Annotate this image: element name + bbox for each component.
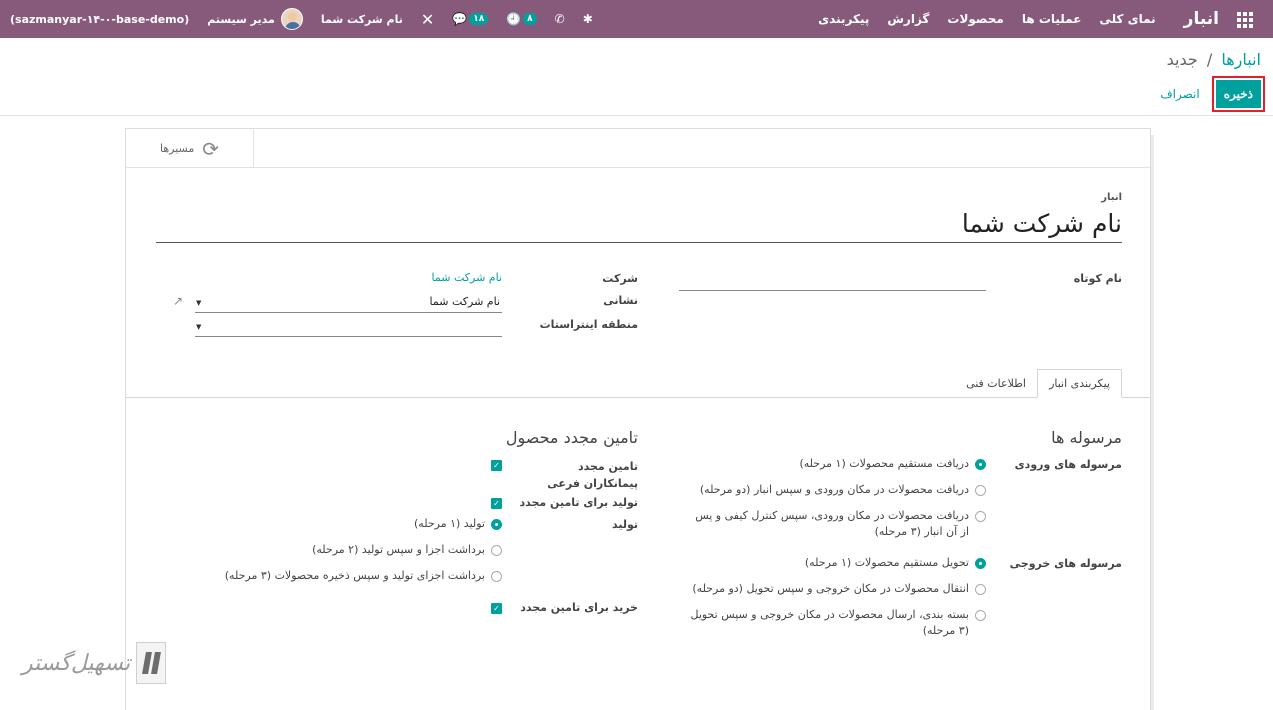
incoming-label: مرسوله های ورودی: [1014, 458, 1122, 471]
warehouse-name-label: انبار: [1101, 192, 1122, 203]
outgoing-option-2-label: انتقال محصولات در مکان خروجی و سپس تحویل…: [692, 582, 969, 595]
radio-outgoing-1[interactable]: [975, 558, 986, 569]
manufacture-option-1-label: تولید (۱ مرحله): [414, 517, 485, 530]
watermark-text: تسهیل‌گستر: [22, 650, 131, 676]
form-actions: ذخیره انصراف: [1160, 76, 1265, 112]
radio-outgoing-3[interactable]: [975, 610, 986, 621]
incoming-option-1-label: دریافت مستقیم محصولات (۱ مرحله): [799, 457, 969, 470]
breadcrumb-current: جدید: [1166, 50, 1198, 69]
user-menu[interactable]: مدیر سیستم: [207, 8, 303, 30]
main-menu: نمای کلی عملیات ها محصولات گزارش پیکربند…: [800, 12, 1156, 26]
navbar-systray: (sazmanyar-۱۴-۰-base-demo) مدیر سیستم نا…: [10, 0, 611, 38]
short-name-label: نام کوتاه: [1073, 272, 1122, 285]
subcontract-resupply-checkbox[interactable]: ✓: [491, 460, 502, 471]
intrastat-input[interactable]: [195, 317, 502, 337]
incoming-option-2[interactable]: دریافت محصولات در مکان ورودی و سپس انبار…: [656, 482, 986, 498]
breadcrumb-warehouses[interactable]: انبارها: [1221, 50, 1261, 69]
company-switcher[interactable]: نام شرکت شما: [321, 13, 403, 26]
messages-menu[interactable]: 💬 ۱۸: [452, 12, 489, 26]
outgoing-option-3[interactable]: بسته بندی، ارسال محصولات در مکان خروجی و…: [686, 607, 986, 639]
breadcrumb-separator: /: [1206, 50, 1213, 69]
outgoing-option-3-label: بسته بندی، ارسال محصولات در مکان خروجی و…: [690, 608, 969, 637]
watermark-logo: تسهیل‌گستر: [22, 642, 167, 684]
manufacture-option-3[interactable]: برداشت اجزای تولید و سپس ذخیره محصولات (…: [202, 568, 502, 584]
outgoing-option-1[interactable]: تحویل مستقیم محصولات (۱ مرحله): [656, 555, 986, 571]
watermark-mark-icon: [136, 642, 167, 684]
phone-icon[interactable]: ✆: [555, 12, 565, 26]
activity-menu[interactable]: 🕘 ۸: [506, 12, 537, 26]
user-name: مدیر سیستم: [207, 12, 275, 26]
subcontract-resupply-label: تامین مجدد پیمانکاران فرعی: [547, 460, 638, 490]
incoming-option-3[interactable]: دریافت محصولات در مکان ورودی، سپس کنترل …: [686, 508, 986, 540]
menu-item-overview[interactable]: نمای کلی: [1099, 12, 1155, 26]
avatar: [280, 8, 303, 30]
chat-icon: 💬: [452, 12, 468, 26]
tab-technical-info[interactable]: اطلاعات فنی: [956, 369, 1036, 398]
menu-item-products[interactable]: محصولات: [947, 12, 1003, 26]
refresh-icon: ⟳: [202, 136, 220, 161]
radio-incoming-2[interactable]: [975, 485, 986, 496]
incoming-option-2-label: دریافت محصولات در مکان ورودی و سپس انبار…: [699, 483, 969, 496]
routes-label: مسیرها: [160, 142, 195, 155]
top-navbar: انبار نمای کلی عملیات ها محصولات گزارش پ…: [0, 0, 1273, 38]
warehouse-name-input[interactable]: نام شرکت شما: [156, 207, 1122, 243]
radio-manufacture-3[interactable]: [491, 571, 502, 582]
menu-item-reporting[interactable]: گزارش: [887, 12, 929, 26]
intrastat-dropdown-icon[interactable]: ▼: [196, 323, 201, 331]
manufacture-resupply-label: تولید برای تامین مجدد: [519, 496, 638, 509]
manufacture-option-2[interactable]: برداشت اجزا و سپس تولید (۲ مرحله): [202, 542, 502, 558]
manufacture-label: تولید: [611, 518, 638, 531]
short-name-input[interactable]: [679, 273, 986, 291]
discard-button[interactable]: انصراف: [1160, 87, 1199, 101]
manufacture-option-1[interactable]: تولید (۱ مرحله): [202, 516, 502, 532]
routes-button[interactable]: ⟳ مسیرها: [126, 129, 254, 168]
outgoing-option-1-label: تحویل مستقیم محصولات (۱ مرحله): [804, 556, 969, 569]
radio-outgoing-2[interactable]: [975, 584, 986, 595]
clock-icon: 🕘: [506, 12, 522, 26]
breadcrumb: انبارها / جدید: [1167, 50, 1261, 69]
address-label: نشانی: [603, 294, 638, 307]
menu-item-configuration[interactable]: پیکربندی: [818, 12, 869, 26]
save-button[interactable]: ذخیره: [1215, 80, 1261, 108]
intrastat-label: منطقه اینتراستات: [539, 318, 638, 331]
shipments-title: مرسوله ها: [1051, 428, 1122, 447]
tab-warehouse-config[interactable]: پیکربندی انبار: [1037, 369, 1122, 398]
messages-badge: ۱۸: [469, 13, 489, 25]
buy-resupply-checkbox[interactable]: ✓: [491, 603, 502, 614]
bug-icon[interactable]: ✱: [583, 12, 593, 26]
manufacture-option-2-label: برداشت اجزا و سپس تولید (۲ مرحله): [312, 543, 485, 556]
activity-badge: ۸: [523, 13, 537, 25]
incoming-option-1[interactable]: دریافت مستقیم محصولات (۱ مرحله): [656, 456, 986, 472]
save-button-highlight: ذخیره: [1211, 76, 1265, 112]
radio-manufacture-2[interactable]: [491, 545, 502, 556]
manufacture-resupply-checkbox[interactable]: ✓: [491, 498, 502, 509]
buy-resupply-label: خرید برای تامین مجدد: [520, 601, 638, 614]
address-dropdown-icon[interactable]: ▼: [196, 299, 201, 307]
apps-menu-icon[interactable]: [1237, 12, 1253, 28]
incoming-option-3-label: دریافت محصولات در مکان ورودی، سپس کنترل …: [695, 509, 969, 538]
manufacture-option-3-label: برداشت اجزای تولید و سپس ذخیره محصولات (…: [224, 569, 485, 582]
button-box: ⟳ مسیرها: [126, 129, 1150, 168]
outgoing-option-2[interactable]: انتقال محصولات در مکان خروجی و سپس تحویل…: [656, 581, 986, 597]
address-value: نام شرکت شما: [429, 295, 500, 308]
close-icon[interactable]: ✕: [421, 10, 434, 29]
external-link-icon[interactable]: ↗: [173, 294, 183, 308]
radio-incoming-3[interactable]: [975, 511, 986, 522]
control-panel: انبارها / جدید ذخیره انصراف: [0, 38, 1273, 116]
company-label: شرکت: [602, 272, 638, 285]
radio-manufacture-1[interactable]: [491, 519, 502, 530]
outgoing-label: مرسوله های خروجی: [1009, 557, 1122, 570]
app-brand[interactable]: انبار: [1184, 9, 1219, 29]
form-sheet: ⟳ مسیرها انبار نام شرکت شما نام کوتاه شر…: [125, 128, 1154, 710]
radio-incoming-1[interactable]: [975, 459, 986, 470]
database-name: (sazmanyar-۱۴-۰-base-demo): [10, 12, 190, 26]
menu-item-operations[interactable]: عملیات ها: [1022, 12, 1082, 26]
resupply-title: تامین مجدد محصول: [505, 428, 638, 447]
company-value[interactable]: نام شرکت شما: [432, 271, 502, 284]
